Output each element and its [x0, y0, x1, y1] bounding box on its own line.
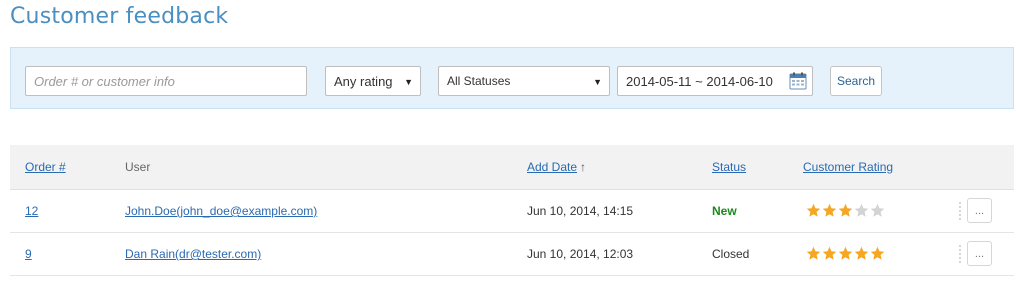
status-select-value: All Statuses: [447, 74, 511, 88]
more-actions-button[interactable]: ...: [967, 241, 992, 266]
table-row: 12 John.Doe(john_doe@example.com) Jun 10…: [10, 190, 1014, 233]
rating-select[interactable]: Any rating ▼: [325, 66, 421, 96]
order-number-link[interactable]: 9: [25, 247, 32, 261]
star-filled-icon: [854, 246, 869, 260]
table-row: 9 Dan Rain(dr@tester.com) Jun 10, 2014, …: [10, 233, 1014, 276]
user-link[interactable]: Dan Rain(dr@tester.com): [125, 247, 261, 261]
column-add-date-header[interactable]: Add Date ↑: [527, 160, 586, 174]
star-filled-icon: [806, 203, 821, 217]
rating-stars: [806, 203, 885, 218]
star-filled-icon: [870, 246, 885, 260]
add-date: Jun 10, 2014, 12:03: [527, 247, 634, 261]
add-date: Jun 10, 2014, 14:15: [527, 204, 634, 218]
star-filled-icon: [822, 203, 837, 217]
star-filled-icon: [838, 246, 853, 260]
feedback-table: Order # User Add Date ↑ Status Customer R…: [10, 145, 1014, 276]
order-number-link[interactable]: 12: [25, 204, 38, 218]
star-filled-icon: [806, 246, 821, 260]
calendar-icon[interactable]: [789, 72, 807, 90]
page-title: Customer feedback: [10, 4, 229, 29]
star-filled-icon: [838, 203, 853, 217]
star-filled-icon: [822, 246, 837, 260]
user-link[interactable]: John.Doe(john_doe@example.com): [125, 204, 317, 218]
search-input[interactable]: [25, 66, 307, 96]
rating-stars: [806, 246, 885, 261]
column-order-header[interactable]: Order #: [25, 160, 66, 174]
status-badge: New: [712, 204, 737, 218]
chevron-down-icon: ▼: [593, 77, 602, 87]
date-range-picker[interactable]: 2014-05-11 ~ 2014-06-10: [617, 66, 813, 96]
star-empty-icon: [870, 203, 885, 217]
filter-bar: Any rating ▼ All Statuses ▼ 2014-05-11 ~…: [10, 47, 1014, 109]
sort-ascending-icon: ↑: [580, 160, 587, 174]
add-date-header-label[interactable]: Add Date: [527, 160, 577, 174]
star-empty-icon: [854, 203, 869, 217]
date-range-value: 2014-05-11 ~ 2014-06-10: [626, 73, 773, 89]
column-status-header[interactable]: Status: [712, 160, 746, 174]
column-user-header: User: [125, 160, 151, 174]
drag-handle-icon: [959, 245, 961, 263]
status-label: Closed: [712, 247, 750, 261]
column-rating-header[interactable]: Customer Rating: [803, 160, 893, 174]
status-select[interactable]: All Statuses ▼: [438, 66, 610, 96]
table-header: Order # User Add Date ↑ Status Customer R…: [10, 145, 1014, 190]
chevron-down-icon: ▼: [404, 77, 413, 87]
drag-handle-icon: [959, 202, 961, 220]
rating-select-value: Any rating: [334, 73, 393, 89]
more-actions-button[interactable]: ...: [967, 198, 992, 223]
search-button[interactable]: Search: [830, 66, 882, 96]
